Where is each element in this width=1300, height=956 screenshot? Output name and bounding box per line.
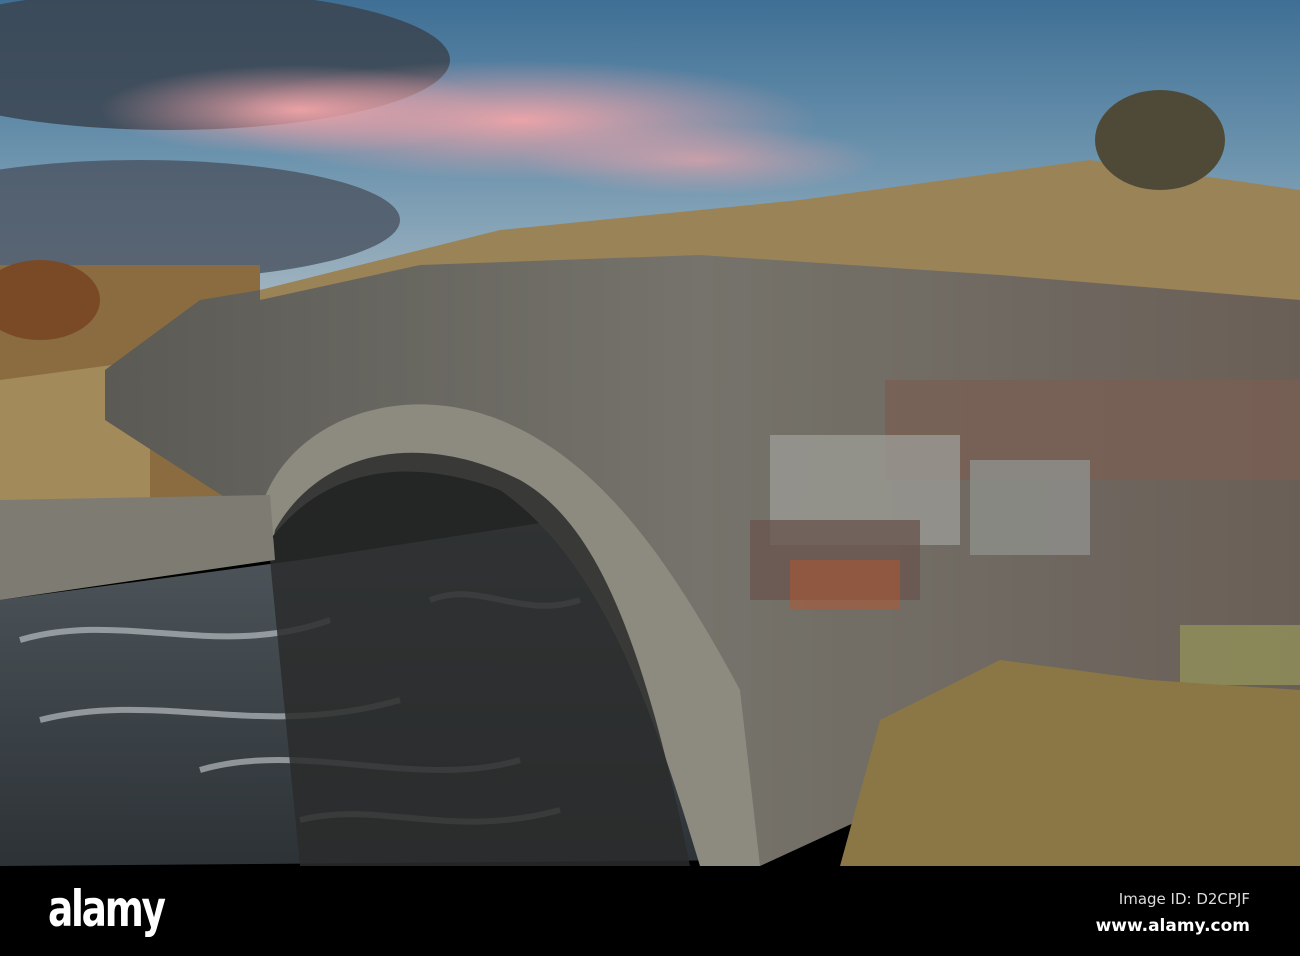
stock-photo-page: alamy Image ID: D2CPJF www.alamy.com bbox=[0, 0, 1300, 956]
site-url: www.alamy.com bbox=[1095, 916, 1250, 936]
bridge-photo bbox=[0, 0, 1300, 866]
watermark-footer: alamy Image ID: D2CPJF www.alamy.com bbox=[0, 866, 1300, 956]
image-id: Image ID: D2CPJF bbox=[1118, 890, 1250, 908]
alamy-logo: alamy bbox=[48, 880, 166, 938]
